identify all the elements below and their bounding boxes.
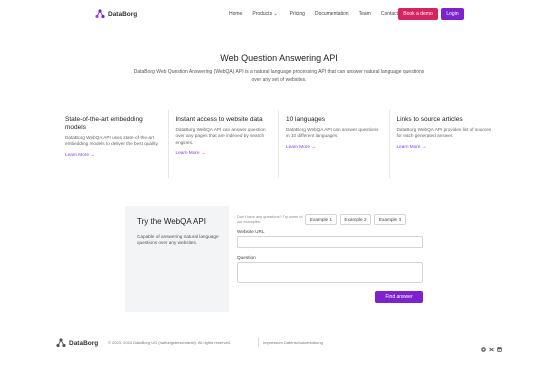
feature-text: DataBorg WebQA API uses state-of-the-art… [65, 135, 159, 147]
example-1-button[interactable]: Example 1 [305, 214, 337, 225]
feature-text: DataBorg WebQA API provides list of sour… [396, 127, 492, 139]
feature-card: Instant access to website data DataBorg … [169, 110, 279, 178]
page-title: Web Question Answering API [220, 53, 338, 63]
website-url-label: Website URL [237, 229, 265, 234]
copyright-text: © 2023, 2024 DataBorg UG (haftungsbeschr… [108, 340, 232, 345]
twitter-icon[interactable] [489, 339, 494, 352]
feature-text: DataBorg WebQA API can answer questions … [286, 127, 379, 139]
nav-documentation[interactable]: Documentation [315, 11, 349, 17]
nav-pricing[interactable]: Pricing [290, 11, 305, 17]
feature-text: DataBorg WebQA API can answer question o… [175, 127, 266, 145]
databorg-logo-icon [56, 338, 66, 348]
footer-logo[interactable]: DataBorg [56, 338, 98, 348]
feature-card: 10 languages DataBorg WebQA API can answ… [279, 110, 390, 178]
footer-divider [258, 337, 259, 347]
social-links [481, 339, 502, 352]
main-nav: Home Products ⌄ Pricing Documentation Te… [229, 11, 408, 17]
login-button[interactable]: Login [441, 8, 464, 20]
nav-home[interactable]: Home [229, 11, 242, 17]
footer-logo-text: DataBorg [69, 339, 99, 347]
examples-hint: Don't have any questions? Try some of ou… [237, 215, 303, 224]
question-textarea[interactable] [237, 262, 423, 283]
feature-title: Links to source articles [396, 116, 463, 123]
learn-more-link[interactable]: Learn More → [176, 150, 273, 155]
hero-description: DataBorg Web Question Answering (WebQA) … [133, 69, 425, 83]
feature-title: Instant access to website data [175, 116, 263, 123]
legal-links[interactable]: Impressum Datenschutzerklärung [263, 340, 323, 345]
nav-contact[interactable]: Contact [381, 11, 398, 17]
learn-more-link[interactable]: Learn More → [286, 144, 383, 149]
find-answer-button[interactable]: Find answer [375, 291, 423, 303]
logo-text: DataBorg [108, 10, 138, 18]
question-label: Question [237, 255, 256, 260]
try-title: Try the WebQA API [137, 217, 206, 226]
feature-card: Links to source articles DataBorg WebQA … [390, 110, 501, 178]
logo[interactable]: DataBorg [95, 9, 137, 19]
features-row: State-of-the-art embedding models DataBo… [58, 110, 500, 178]
feature-title: 10 languages [286, 116, 326, 123]
learn-more-link[interactable]: Learn More → [397, 144, 495, 149]
website-url-input[interactable] [237, 236, 423, 248]
learn-more-link[interactable]: Learn More → [65, 152, 162, 157]
feature-title: State-of-the-art embedding models [65, 116, 143, 131]
try-panel-intro: Try the WebQA API Capable of answering n… [125, 206, 229, 312]
example-2-button[interactable]: Example 2 [340, 214, 371, 225]
feature-card: State-of-the-art embedding models DataBo… [58, 110, 169, 178]
github-icon[interactable] [481, 339, 486, 352]
linkedin-icon[interactable] [497, 339, 502, 352]
try-description: Capable of answering natural language qu… [137, 234, 219, 246]
databorg-logo-icon [95, 9, 105, 19]
book-demo-button[interactable]: Book a demo [398, 8, 438, 20]
nav-products[interactable]: Products ⌄ [252, 11, 277, 17]
header: DataBorg Home Products ⌄ Pricing Documen… [0, 0, 558, 30]
example-3-button[interactable]: Example 3 [374, 214, 406, 225]
nav-team[interactable]: Team [359, 11, 371, 17]
